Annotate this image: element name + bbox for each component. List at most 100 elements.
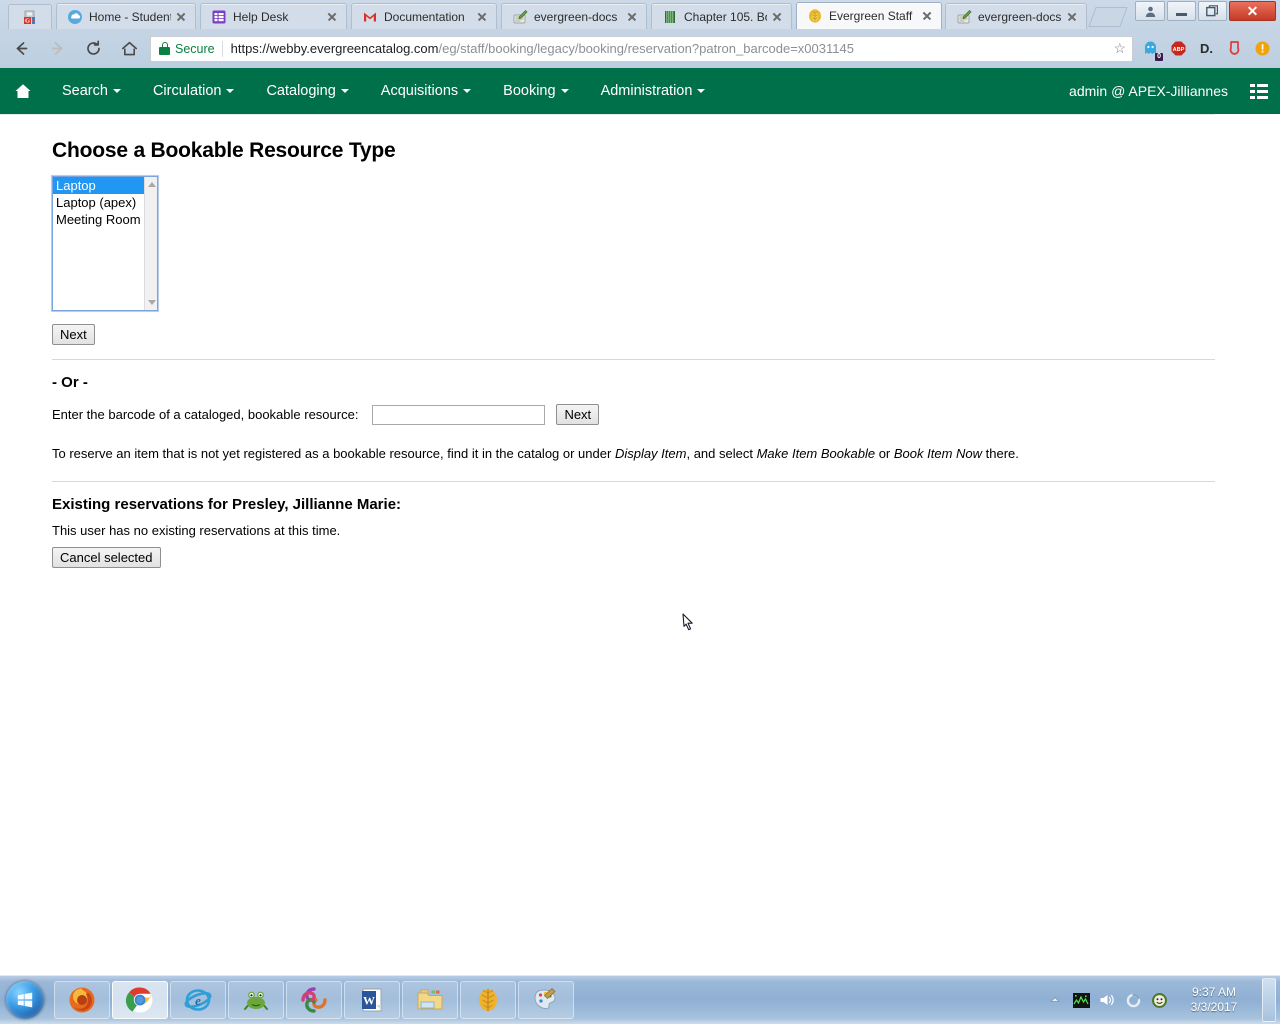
taskbar-apps: e W xyxy=(54,981,574,1019)
navbar-menu-search[interactable]: Search xyxy=(46,68,137,114)
file-explorer-icon xyxy=(417,989,443,1010)
opera-blocker-icon[interactable] xyxy=(1225,39,1244,58)
taskbar-firefox-button[interactable] xyxy=(54,981,110,1019)
frog-icon xyxy=(244,991,268,1010)
listbox-option-meeting-room[interactable]: Meeting Room xyxy=(53,211,157,228)
taskbar-chrome-button[interactable] xyxy=(112,981,168,1019)
taskbar-word-button[interactable]: W xyxy=(344,981,400,1019)
tab-strip: G Home - Student Help Desk Documentation… xyxy=(0,0,1280,29)
pencil-book-icon xyxy=(956,9,972,25)
browser-tab[interactable]: Documentation xyxy=(351,3,497,29)
show-desktop-button[interactable] xyxy=(1262,978,1276,1022)
close-icon[interactable] xyxy=(1064,9,1080,25)
existing-reservations-title: Existing reservations for Presley, Jilli… xyxy=(52,496,402,513)
navbar-menu-cataloging[interactable]: Cataloging xyxy=(250,68,364,114)
window-controls: ✕ xyxy=(1135,1,1276,21)
volume-speaker-icon[interactable] xyxy=(1094,985,1120,1015)
browser-tab[interactable]: Help Desk xyxy=(200,3,347,29)
listbox-option-laptop[interactable]: Laptop xyxy=(53,177,157,194)
taskbar-swirl-button[interactable] xyxy=(286,981,342,1019)
extension-icons: 0 ABP D. xyxy=(1141,39,1280,61)
close-icon[interactable] xyxy=(919,8,935,24)
note-part-2: , and select xyxy=(686,446,757,461)
or-separator-label: - Or - xyxy=(52,374,88,391)
taskbar-frog-button[interactable] xyxy=(228,981,284,1019)
barcode-next-button[interactable]: Next xyxy=(556,404,600,425)
navbar-menu-acquisitions[interactable]: Acquisitions xyxy=(365,68,487,114)
section-divider xyxy=(52,359,1215,360)
close-icon[interactable] xyxy=(769,9,785,25)
show-hidden-icons-chevron-icon[interactable] xyxy=(1042,985,1068,1015)
tab-title: Evergreen Staff xyxy=(829,9,913,23)
url-domain: https://webby.evergreencatalog.com xyxy=(230,41,439,56)
disconnect-icon[interactable]: D. xyxy=(1197,39,1216,58)
svg-text:W: W xyxy=(363,994,375,1008)
tab-title: Documentation xyxy=(384,9,465,24)
star-icon[interactable]: ☆ xyxy=(1105,40,1126,57)
browser-chrome: G Home - Student Help Desk Documentation… xyxy=(0,0,1280,68)
user-profile-button[interactable] xyxy=(1135,1,1165,21)
svg-text:ABP: ABP xyxy=(1173,47,1185,53)
ghostery-icon[interactable]: 0 xyxy=(1141,39,1163,61)
svg-text:e: e xyxy=(195,993,201,1008)
evergreen-navbar: Search Circulation Cataloging Acquisitio… xyxy=(0,68,1280,114)
grid-menu-icon[interactable] xyxy=(1250,83,1268,99)
start-button[interactable] xyxy=(2,979,48,1021)
minimize-button[interactable] xyxy=(1167,1,1196,21)
taskbar-paint-button[interactable] xyxy=(518,981,574,1019)
navbar-menu-circulation[interactable]: Circulation xyxy=(137,68,251,114)
close-button[interactable]: ✕ xyxy=(1229,1,1276,21)
browser-tab-active[interactable]: Evergreen Staff xyxy=(796,2,942,29)
close-icon[interactable] xyxy=(324,9,340,25)
restore-button[interactable] xyxy=(1198,1,1227,21)
resource-type-listbox[interactable]: Laptop Laptop (apex) Meeting Room xyxy=(51,175,159,312)
listbox-option-laptop-apex[interactable]: Laptop (apex) xyxy=(53,194,157,211)
home-icon[interactable] xyxy=(114,34,144,64)
navbar-menu-label: Cataloging xyxy=(266,83,336,99)
note-part-4: there. xyxy=(982,446,1019,461)
navbar-menu-administration[interactable]: Administration xyxy=(585,68,722,114)
loading-spinner-icon[interactable] xyxy=(1120,985,1146,1015)
browser-tab[interactable]: evergreen-docs xyxy=(501,3,647,29)
network-monitor-icon[interactable] xyxy=(1068,985,1094,1015)
next-button-container: Next xyxy=(52,324,1280,345)
evergreen-leaf-icon xyxy=(807,8,823,24)
person-icon xyxy=(1145,6,1155,17)
lock-icon xyxy=(159,42,170,55)
taskbar-file-explorer-button[interactable] xyxy=(402,981,458,1019)
adblock-plus-icon[interactable]: ABP xyxy=(1169,39,1188,58)
browser-toolbar: Secure https://webby.evergreencatalog.co… xyxy=(0,29,1280,68)
reload-icon[interactable] xyxy=(78,34,108,64)
browser-tab[interactable]: Chapter 105. Bo xyxy=(651,3,792,29)
address-bar[interactable]: Secure https://webby.evergreencatalog.co… xyxy=(150,35,1133,62)
close-icon[interactable] xyxy=(474,9,490,25)
new-tab-button[interactable] xyxy=(1088,7,1128,27)
browser-tab[interactable]: Home - Student xyxy=(56,3,196,29)
taskbar-internet-explorer-button[interactable]: e xyxy=(170,981,226,1019)
cancel-selected-button[interactable]: Cancel selected xyxy=(52,547,161,568)
taskbar-palm-leaf-button[interactable] xyxy=(460,981,516,1019)
browser-tab[interactable]: evergreen-docs xyxy=(945,3,1087,29)
chevron-down-icon xyxy=(463,89,472,93)
note-emphasis-display-item: Display Item xyxy=(614,446,687,461)
back-arrow-icon[interactable] xyxy=(6,34,36,64)
alert-circle-icon[interactable] xyxy=(1253,39,1272,58)
taskbar-clock[interactable]: 9:37 AM 3/3/2017 xyxy=(1172,985,1256,1015)
firefox-icon xyxy=(69,987,95,1013)
listbox-scrollbar[interactable] xyxy=(144,177,157,310)
pinned-tab[interactable]: G xyxy=(8,4,52,29)
cloud-icon xyxy=(67,9,83,25)
close-icon: ✕ xyxy=(1246,3,1259,19)
tab-title: evergreen-docs xyxy=(534,9,618,24)
next-button[interactable]: Next xyxy=(52,324,95,345)
barcode-input[interactable] xyxy=(372,404,546,425)
close-icon[interactable] xyxy=(624,9,640,25)
home-icon[interactable] xyxy=(0,68,46,114)
close-icon[interactable] xyxy=(173,9,189,25)
url-path: /eg/staff/booking/legacy/booking/reserva… xyxy=(438,41,854,56)
note-part-3: or xyxy=(875,446,894,461)
green-smiley-icon[interactable] xyxy=(1146,985,1172,1015)
navbar-menu-booking[interactable]: Booking xyxy=(487,68,584,114)
scroll-up-arrow-icon[interactable] xyxy=(145,178,157,191)
scroll-down-arrow-icon[interactable] xyxy=(145,296,157,309)
